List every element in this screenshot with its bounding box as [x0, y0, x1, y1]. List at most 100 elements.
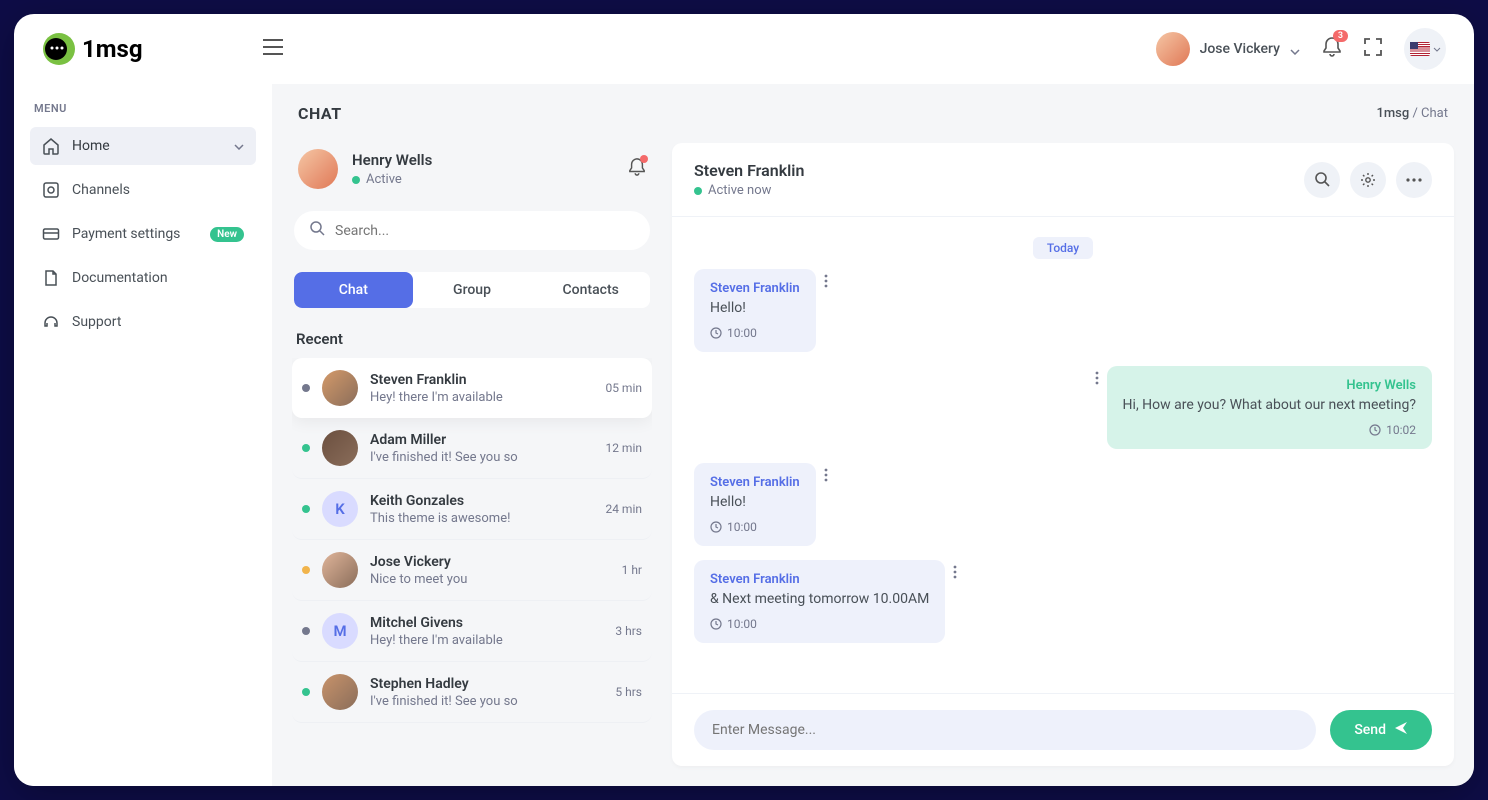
tab-group[interactable]: Group [413, 272, 532, 308]
user-menu[interactable]: Jose Vickery [1156, 32, 1300, 66]
message-text: & Next meeting tomorrow 10.00AM [710, 591, 929, 607]
day-divider: Today [694, 227, 1432, 269]
message-list[interactable]: Today Steven Franklin Hello! 10:00 Henry We… [672, 217, 1454, 693]
topbar-right: Jose Vickery 3 [1156, 28, 1446, 70]
sidebar-item-label: Payment settings [72, 226, 180, 242]
conversation-item[interactable]: Adam MillerI've finished it! See you so1… [292, 418, 652, 479]
send-button[interactable]: Send [1330, 710, 1432, 750]
search-box[interactable] [294, 211, 650, 250]
conversation-name: Mitchel Givens [370, 615, 603, 631]
sidebar-item-label: Documentation [72, 270, 168, 286]
chevron-down-icon [1433, 47, 1441, 52]
send-icon [1394, 721, 1408, 739]
conversation-item[interactable]: Jose VickeryNice to meet you1 hr [292, 540, 652, 601]
conversation-item[interactable]: Stephen HadleyI've finished it! See you … [292, 662, 652, 723]
search-input[interactable] [335, 223, 634, 239]
current-user-row: Henry Wells Active [292, 143, 652, 203]
nav-list: Home Channels Payment settings New Documenta… [30, 127, 256, 341]
message-bubble: Steven Franklin Hello! 10:00 [694, 269, 816, 352]
current-user-name: Henry Wells [352, 151, 432, 169]
conversation-preview: I've finished it! See you so [370, 450, 593, 465]
message-input[interactable] [694, 710, 1316, 750]
peer-name: Steven Franklin [694, 161, 804, 180]
brand-logo[interactable]: 1msg [42, 32, 143, 66]
message-time: 10:00 [710, 326, 800, 340]
status-dot-icon [302, 444, 310, 452]
clock-icon [710, 327, 722, 339]
message-text: Hello! [710, 300, 800, 316]
new-badge: New [210, 227, 244, 242]
conversation-preview: I've finished it! See you so [370, 694, 603, 709]
chat-tabs: ChatGroupContacts [294, 272, 650, 308]
message-sender: Steven Franklin [710, 281, 800, 296]
breadcrumb: 1msg / Chat [1376, 106, 1448, 121]
headset-icon [42, 313, 60, 331]
message-row: Steven Franklin Hello! 10:00 [694, 269, 1432, 352]
sidebar: MENU HomeChannelsPayment settingsNewDocu… [14, 84, 272, 786]
conversation-time: 1 hr [622, 563, 642, 577]
sidebar-item-label: Support [72, 314, 121, 330]
conversation-preview: Hey! there I'm available [370, 633, 603, 648]
language-switcher[interactable] [1404, 28, 1446, 70]
conversation-preview: Hey! there I'm available [370, 390, 593, 405]
status-dot-icon [302, 627, 310, 635]
message-menu-button[interactable] [824, 463, 828, 486]
sidebar-item-label: Channels [72, 182, 130, 198]
conversation-preview: Nice to meet you [370, 572, 610, 587]
unread-dot-icon [640, 155, 648, 163]
notifications-button[interactable]: 3 [1322, 36, 1342, 62]
conversation-item[interactable]: MMitchel GivensHey! there I'm available3… [292, 601, 652, 662]
message-row: Steven Franklin & Next meeting tomorrow 1… [694, 560, 1432, 643]
fullscreen-button[interactable] [1364, 38, 1382, 60]
chat-more-button[interactable] [1396, 162, 1432, 198]
message-bubble: Henry WellsHi, How are you? What about o… [1107, 366, 1432, 449]
page-title: CHAT [298, 104, 342, 123]
cog-icon [42, 181, 60, 199]
menu-toggle-button[interactable] [263, 39, 283, 59]
chat-settings-button[interactable] [1350, 162, 1386, 198]
message-menu-button[interactable] [824, 269, 828, 292]
sidebar-item-payment-settings[interactable]: Payment settings New [30, 215, 256, 253]
chat-panel: Steven Franklin Active now Today Steven … [672, 143, 1454, 766]
sidebar-item-label: Home [72, 138, 110, 154]
tab-chat[interactable]: Chat [294, 272, 413, 308]
message-bubble: Steven FranklinHello!10:00 [694, 463, 816, 546]
chat-notifications-button[interactable] [628, 157, 646, 181]
topbar-left: 1msg [42, 32, 283, 66]
panels: Henry Wells Active ChatGroupContacts R [272, 143, 1474, 786]
chevron-down-icon [234, 138, 244, 154]
content: CHAT 1msg / Chat Henry Wells Active [272, 84, 1474, 786]
breadcrumb-root[interactable]: 1msg [1376, 106, 1409, 121]
message-menu-button[interactable] [953, 560, 957, 583]
avatar [322, 430, 358, 466]
recent-label: Recent [292, 322, 652, 358]
status-dot-icon [302, 688, 310, 696]
sidebar-item-documentation[interactable]: Documentation [30, 259, 256, 297]
conversation-item[interactable]: KKeith GonzalesThis theme is awesome!24 … [292, 479, 652, 540]
tab-contacts[interactable]: Contacts [531, 272, 650, 308]
sidebar-item-channels[interactable]: Channels [30, 171, 256, 209]
current-user-status: Active [352, 172, 432, 187]
chat-list-panel: Henry Wells Active ChatGroupContacts R [292, 143, 652, 766]
app-window: 1msg Jose Vickery 3 [14, 14, 1474, 786]
logo-mark-icon [42, 32, 76, 66]
conversation-time: 05 min [605, 381, 642, 395]
doc-icon [42, 269, 60, 287]
message-time: 10:00 [710, 520, 800, 534]
sidebar-item-support[interactable]: Support [30, 303, 256, 341]
clock-icon [710, 521, 722, 533]
conversation-item[interactable]: Steven FranklinHey! there I'm available0… [292, 358, 652, 418]
chevron-down-icon [1290, 40, 1300, 59]
chat-actions [1304, 162, 1432, 198]
sidebar-item-home[interactable]: Home [30, 127, 256, 165]
message-sender: Steven Franklin [710, 475, 800, 490]
message-sender: Steven Franklin [710, 572, 929, 587]
conversation-list[interactable]: Steven FranklinHey! there I'm available0… [292, 358, 652, 766]
chat-search-button[interactable] [1304, 162, 1340, 198]
status-dot-icon [302, 566, 310, 574]
peer-status: Active now [694, 183, 804, 198]
conversation-time: 5 hrs [615, 685, 642, 699]
message-row: Steven FranklinHello!10:00 [694, 463, 1432, 546]
status-dot-icon [352, 176, 360, 184]
message-menu-button[interactable] [1095, 366, 1099, 389]
